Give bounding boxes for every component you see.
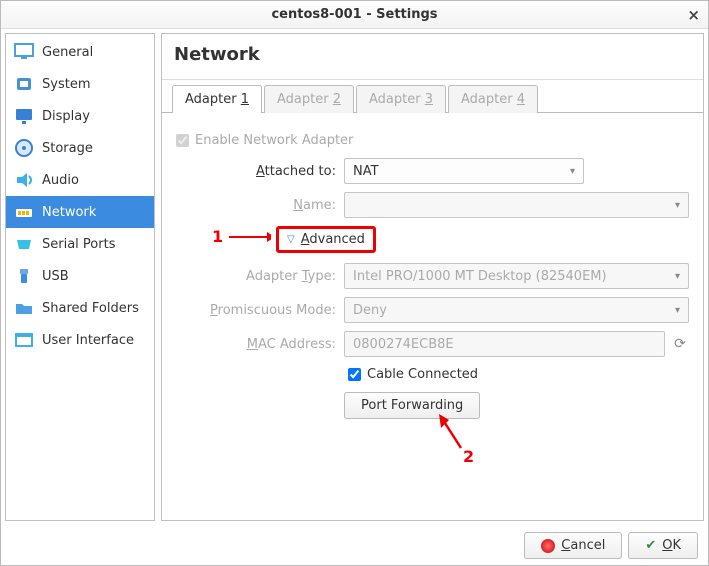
- sidebar-label: Shared Folders: [42, 301, 139, 316]
- sidebar-item-system[interactable]: System: [6, 68, 154, 100]
- sidebar-item-network[interactable]: Network: [6, 196, 154, 228]
- tab-adapter-2[interactable]: Adapter 2: [264, 85, 354, 113]
- cancel-button[interactable]: Cancel: [524, 532, 622, 559]
- sidebar-item-shared-folders[interactable]: Shared Folders: [6, 292, 154, 324]
- sidebar-item-storage[interactable]: Storage: [6, 132, 154, 164]
- annotation-2: 2: [463, 447, 474, 466]
- sidebar-item-general[interactable]: General: [6, 36, 154, 68]
- folder-icon: [14, 298, 34, 318]
- ok-icon: ✔: [645, 538, 656, 553]
- serial-icon: [14, 234, 34, 254]
- sidebar-label: Serial Ports: [42, 237, 115, 252]
- monitor-icon: [14, 42, 34, 62]
- sidebar-label: USB: [42, 269, 69, 284]
- sidebar-label: General: [42, 45, 93, 60]
- sidebar-item-usb[interactable]: USB: [6, 260, 154, 292]
- name-dropdown: [344, 192, 689, 218]
- tabbar: Adapter 1 Adapter 2 Adapter 3 Adapter 4: [162, 84, 703, 113]
- cable-connected-label: Cable Connected: [367, 367, 478, 382]
- sidebar-item-display[interactable]: Display: [6, 100, 154, 132]
- close-icon[interactable]: ×: [687, 6, 700, 24]
- mac-address-field[interactable]: 0800274ECB8E: [344, 331, 665, 357]
- dialog-footer: Cancel ✔ OK: [524, 532, 698, 559]
- chevron-down-icon: ▽: [287, 234, 295, 245]
- sidebar-label: System: [42, 77, 90, 92]
- refresh-mac-icon[interactable]: ⟳: [671, 335, 689, 353]
- cancel-icon: [541, 539, 555, 553]
- sidebar: General System Display Storage Audio Net…: [5, 33, 155, 521]
- sidebar-item-audio[interactable]: Audio: [6, 164, 154, 196]
- tab-adapter-1[interactable]: Adapter 1: [172, 85, 262, 113]
- speaker-icon: [14, 170, 34, 190]
- sidebar-label: User Interface: [42, 333, 134, 348]
- annotation-1: 1: [212, 227, 271, 246]
- name-label: Name:: [176, 198, 336, 213]
- usb-icon: [14, 266, 34, 286]
- sidebar-label: Storage: [42, 141, 93, 156]
- sidebar-item-serial-ports[interactable]: Serial Ports: [6, 228, 154, 260]
- attached-to-label: Attached to:: [176, 164, 336, 179]
- page-title: Network: [162, 34, 703, 80]
- promiscuous-label: Promiscuous Mode:: [176, 303, 336, 318]
- sidebar-label: Display: [42, 109, 90, 124]
- adapter-type-dropdown: Intel PRO/1000 MT Desktop (82540EM): [344, 263, 689, 289]
- promiscuous-dropdown: Deny: [344, 297, 689, 323]
- tab-adapter-4[interactable]: Adapter 4: [448, 85, 538, 113]
- cable-connected-checkbox[interactable]: [348, 368, 361, 381]
- chip-icon: [14, 74, 34, 94]
- ok-button[interactable]: ✔ OK: [628, 532, 698, 559]
- window-title: centos8-001 - Settings: [271, 7, 437, 22]
- adapter-panel: EEnable Network Adapternable Network Ada…: [162, 113, 703, 520]
- sidebar-label: Network: [42, 205, 96, 220]
- mac-label: MAC Address:: [176, 337, 336, 352]
- disk-icon: [14, 138, 34, 158]
- enable-network-checkbox[interactable]: [176, 134, 189, 147]
- sidebar-item-user-interface[interactable]: User Interface: [6, 324, 154, 356]
- display-icon: [14, 106, 34, 126]
- adapter-type-label: Adapter Type:: [176, 269, 336, 284]
- ui-icon: [14, 330, 34, 350]
- sidebar-label: Audio: [42, 173, 79, 188]
- network-icon: [14, 202, 34, 222]
- tab-adapter-3[interactable]: Adapter 3: [356, 85, 446, 113]
- titlebar: centos8-001 - Settings ×: [1, 1, 708, 29]
- advanced-toggle[interactable]: ▽ Advanced: [276, 226, 376, 253]
- enable-network-label: EEnable Network Adapternable Network Ada…: [195, 133, 353, 148]
- attached-to-dropdown[interactable]: NAT: [344, 158, 584, 184]
